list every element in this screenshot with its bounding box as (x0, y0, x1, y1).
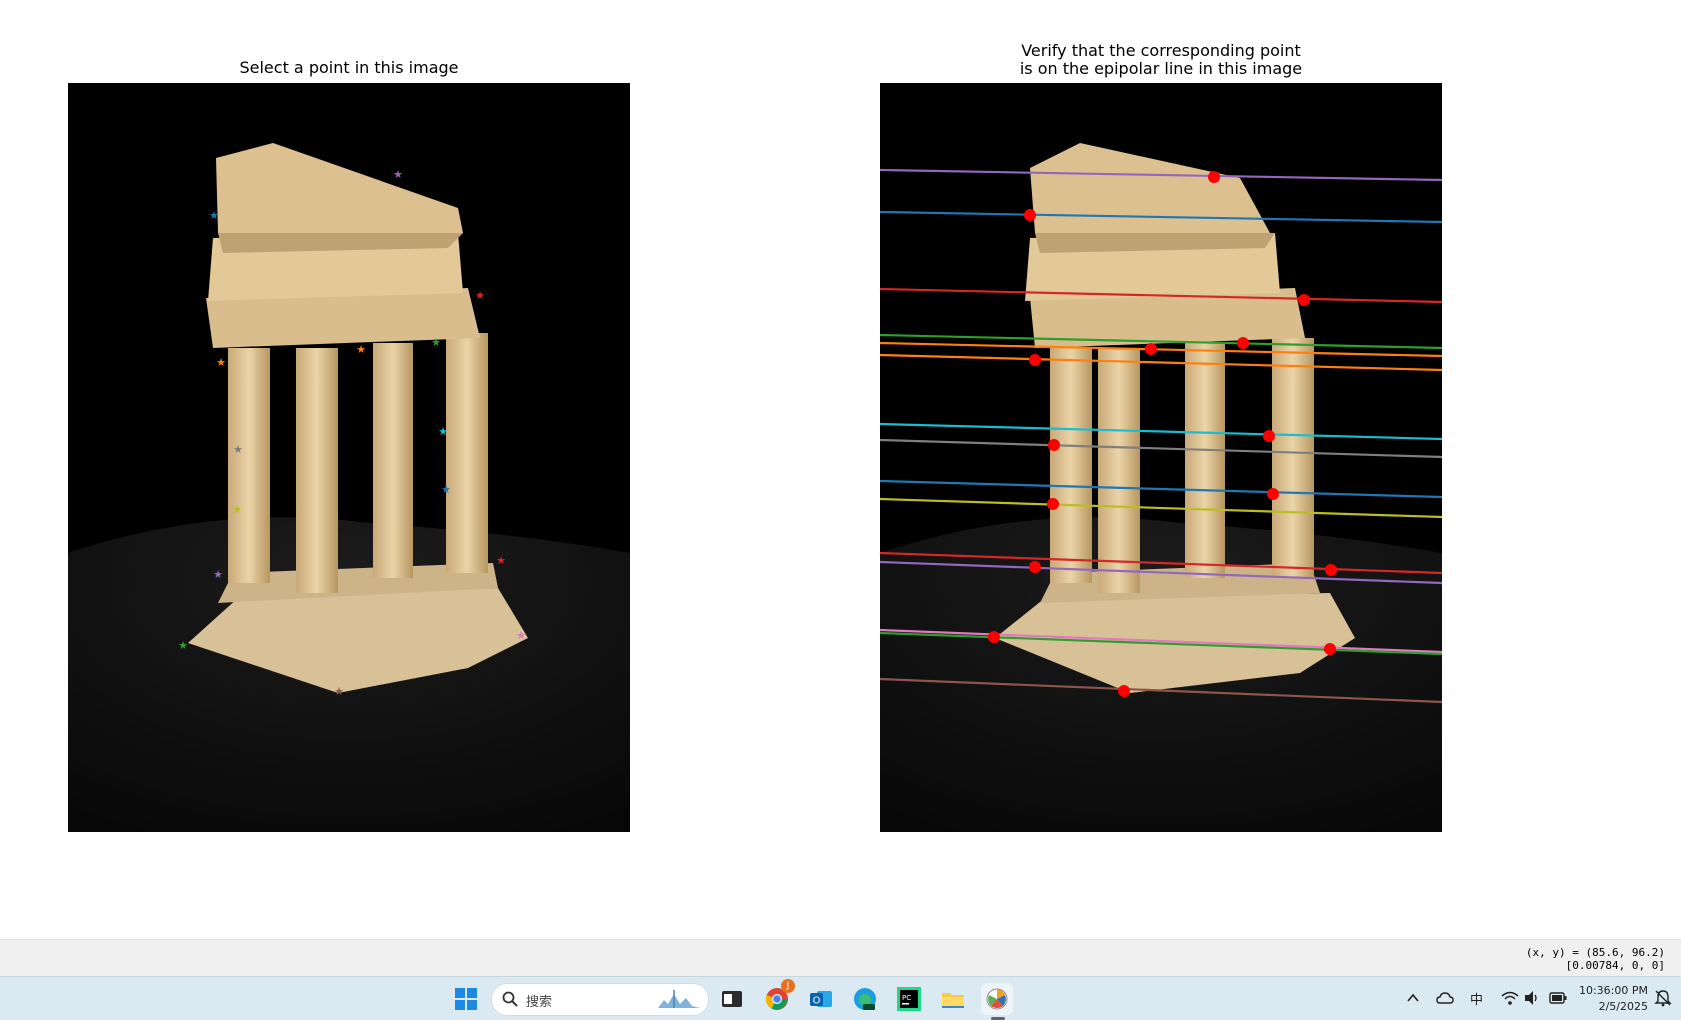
temple-image-right (880, 83, 1442, 832)
correspondence-point (1263, 430, 1275, 442)
coords-xy: (x, y) = (85.6, 96.2) (1525, 946, 1665, 959)
right-image-panel[interactable] (880, 83, 1442, 832)
svg-text:O: O (813, 996, 821, 1007)
temple-image-left: ★ ★ ★ ★ ★ ★ ★ ★ ★ ★ ★ ★ ★ ★ ★ (68, 83, 630, 832)
correspondence-point (1267, 488, 1279, 500)
star-marker: ★ (516, 629, 526, 642)
clock-date: 2/5/2025 (1598, 1000, 1648, 1013)
matplotlib-figure-icon[interactable] (981, 983, 1013, 1020)
volume-icon[interactable] (1524, 990, 1540, 1006)
figure-canvas[interactable]: Select a point in this image Verify that… (0, 0, 1681, 939)
taskbar-search-input[interactable]: 搜索 (491, 983, 709, 1016)
correspondence-point (1208, 171, 1220, 183)
star-marker: ★ (178, 639, 188, 652)
star-marker: ★ (209, 209, 219, 222)
correspondence-point (1024, 209, 1036, 221)
correspondence-point (1298, 294, 1310, 306)
star-marker: ★ (233, 443, 243, 456)
battery-icon[interactable] (1549, 991, 1567, 1005)
star-marker: ★ (213, 568, 223, 581)
start-icon[interactable] (450, 983, 482, 1015)
system-clock[interactable]: 10:36:00 PM 2/5/2025 (1572, 983, 1648, 1015)
star-marker: ★ (475, 289, 485, 302)
terminal-icon[interactable] (716, 983, 748, 1015)
svg-text:PC: PC (902, 994, 911, 1002)
outlook-icon[interactable]: O (805, 983, 837, 1015)
search-placeholder: 搜索 (526, 995, 553, 1010)
notification-badge: J (781, 979, 795, 993)
edge-dev-icon[interactable] (849, 983, 881, 1015)
clock-time: 10:36:00 PM (1578, 984, 1648, 997)
correspondence-point (1325, 564, 1337, 576)
correspondence-point (988, 631, 1000, 643)
star-marker: ★ (496, 554, 506, 567)
star-marker: ★ (232, 503, 242, 516)
correspondence-point (1324, 643, 1336, 655)
star-marker: ★ (438, 425, 448, 438)
correspondence-point (1029, 561, 1041, 573)
wifi-icon[interactable] (1501, 990, 1519, 1006)
pycharm-icon[interactable]: PC (893, 983, 925, 1015)
file-explorer-icon[interactable] (937, 983, 969, 1015)
left-image-panel[interactable]: ★ ★ ★ ★ ★ ★ ★ ★ ★ ★ ★ ★ ★ ★ ★ (68, 83, 630, 832)
correspondence-point (1118, 685, 1130, 697)
notification-bell-icon[interactable] (1654, 989, 1672, 1007)
star-marker: ★ (216, 356, 226, 369)
right-axes-title: Verify that the corresponding point is o… (1019, 41, 1303, 78)
chevron-up-icon[interactable] (1406, 991, 1420, 1005)
correspondence-point (1029, 354, 1041, 366)
star-marker: ★ (441, 483, 451, 496)
left-axes-title: Select a point in this image (239, 58, 459, 77)
coords-value: [0.00784, 0, 0] (1565, 959, 1665, 972)
figure-status-bar: (x, y) = (85.6, 96.2) [0.00784, 0, 0] (0, 939, 1681, 977)
correspondence-point (1047, 498, 1059, 510)
correspondence-point (1048, 439, 1060, 451)
star-marker: ★ (393, 168, 403, 181)
correspondence-point (1237, 337, 1249, 349)
search-highlight-icon (658, 990, 700, 1008)
ime-indicator[interactable]: 中 (1470, 989, 1483, 1008)
star-marker: ★ (431, 336, 441, 349)
cursor-coordinates: (x, y) = (85.6, 96.2) [0.00784, 0, 0] (1526, 946, 1665, 972)
star-marker: ★ (356, 343, 366, 356)
correspondence-point (1145, 343, 1157, 355)
search-icon (502, 991, 518, 1007)
windows-taskbar: 搜索 J O PC 中 10:36:00 PM 2/5/2025 (0, 976, 1681, 1020)
chrome-icon[interactable]: J (761, 979, 795, 1015)
onedrive-icon[interactable] (1436, 990, 1454, 1006)
star-marker: ★ (334, 685, 344, 698)
